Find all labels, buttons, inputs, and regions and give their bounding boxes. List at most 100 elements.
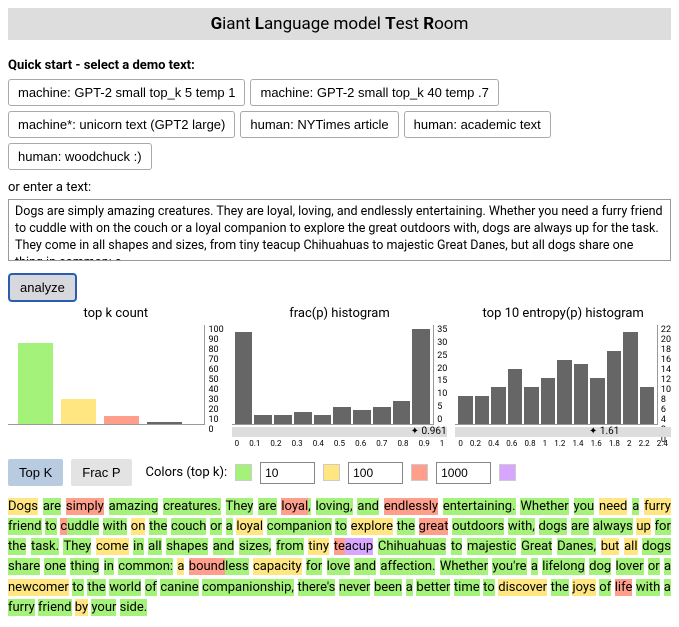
demo-chip-4[interactable]: human: academic text (404, 111, 551, 138)
token[interactable]: Whether (520, 498, 568, 515)
token[interactable] (221, 498, 226, 515)
token[interactable]: from (276, 538, 304, 555)
token[interactable]: Dogs (8, 498, 38, 515)
token[interactable]: endlessly (384, 498, 438, 515)
token[interactable]: of (599, 579, 611, 596)
demo-chip-3[interactable]: human: NYTimes article (240, 111, 398, 138)
token[interactable]: in (104, 558, 114, 575)
token[interactable]: the (149, 518, 167, 535)
token[interactable]: all (624, 538, 637, 555)
threshold-2-input[interactable] (348, 462, 403, 484)
token[interactable]: uddle (67, 518, 99, 535)
token[interactable]: you (492, 558, 513, 575)
token[interactable]: acup (345, 538, 373, 555)
threshold-3-input[interactable] (436, 462, 491, 484)
token[interactable]: Chihuahuas (378, 538, 446, 555)
token[interactable]: up (636, 518, 650, 535)
token[interactable]: loving (316, 498, 350, 515)
text-input[interactable]: Dogs are simply amazing creatures. They … (8, 199, 671, 261)
token[interactable]: Whether (440, 558, 488, 575)
threshold-1-input[interactable] (260, 462, 315, 484)
token[interactable] (322, 558, 326, 575)
token[interactable] (294, 579, 298, 596)
token[interactable]: to (72, 579, 84, 596)
tab-fracp[interactable]: Frac P (71, 459, 131, 486)
token[interactable]: shapes (166, 538, 208, 555)
token[interactable]: the (8, 538, 26, 555)
token[interactable]: or (210, 518, 222, 535)
token[interactable]: outdoors (452, 518, 504, 535)
token[interactable] (596, 538, 601, 555)
token[interactable]: need (599, 498, 627, 515)
token[interactable]: They (63, 538, 91, 555)
token[interactable]: on (131, 518, 146, 535)
token[interactable]: 're (513, 558, 526, 575)
token[interactable]: in (133, 538, 143, 555)
token[interactable]: better (416, 579, 450, 596)
token[interactable]: companionship (202, 579, 291, 596)
token[interactable]: of (145, 579, 157, 596)
token[interactable]: to (451, 538, 463, 555)
token[interactable]: are (571, 518, 589, 535)
token[interactable]: simply (66, 498, 104, 515)
token[interactable] (535, 518, 539, 535)
token[interactable]: majestic (467, 538, 516, 555)
token[interactable]: lover (616, 558, 644, 575)
token[interactable]: thing (70, 558, 99, 575)
token[interactable]: by (75, 599, 88, 616)
token[interactable]: . (144, 599, 147, 616)
demo-chip-0[interactable]: machine: GPT-2 small top_k 5 temp 1 (8, 79, 245, 106)
token[interactable]: and (357, 498, 379, 515)
token[interactable]: lifelong (542, 558, 585, 575)
token[interactable]: and (213, 538, 235, 555)
token[interactable]: common (118, 558, 170, 575)
token[interactable]: for (306, 558, 322, 575)
token[interactable]: to (45, 518, 57, 535)
token[interactable]: always (593, 518, 633, 535)
token[interactable]: for (655, 518, 671, 535)
token[interactable]: Great (521, 538, 552, 555)
token[interactable]: tiny (308, 538, 329, 555)
token[interactable] (651, 518, 655, 535)
token[interactable]: share (8, 558, 40, 575)
token[interactable]: never (339, 579, 371, 596)
token[interactable]: a (226, 518, 233, 535)
token[interactable]: te (334, 538, 345, 555)
token[interactable]: but (601, 538, 620, 555)
token[interactable]: dogs (642, 538, 671, 555)
token[interactable]: with (508, 518, 532, 535)
token[interactable]: dog (589, 558, 611, 575)
token[interactable]: loyal (236, 518, 263, 535)
token[interactable]: Danes (557, 538, 593, 555)
token[interactable]: and (354, 558, 376, 575)
token[interactable]: with (636, 579, 660, 596)
token[interactable]: a (406, 579, 413, 596)
token[interactable]: capacity (253, 558, 302, 575)
token[interactable]: a (664, 579, 671, 596)
token[interactable]: the (87, 579, 105, 596)
token[interactable]: life (615, 579, 633, 596)
token[interactable]: you (574, 498, 595, 515)
token[interactable]: time (454, 579, 480, 596)
token[interactable]: a (531, 558, 538, 575)
token[interactable]: entertaining (443, 498, 512, 515)
token[interactable] (222, 518, 226, 535)
token[interactable]: there (298, 579, 327, 596)
token[interactable] (99, 558, 103, 575)
token[interactable]: explore (351, 518, 393, 535)
slider-fracp[interactable]: ✦ 0.961 (232, 427, 448, 437)
token[interactable]: joys (572, 579, 595, 596)
token[interactable]: great (419, 518, 449, 535)
token[interactable]: sizes (239, 538, 269, 555)
analyze-button[interactable]: analyze (8, 273, 77, 302)
token[interactable]: less (225, 558, 248, 575)
token[interactable]: loyal (281, 498, 308, 515)
token[interactable]: bound (189, 558, 225, 575)
token[interactable]: dogs (539, 518, 568, 535)
token[interactable]: companion (267, 518, 332, 535)
token[interactable]: friend (38, 599, 72, 616)
token[interactable]: been (374, 579, 402, 596)
token[interactable]: or (648, 558, 660, 575)
demo-chip-1[interactable]: machine: GPT-2 small top_k 40 temp .7 (250, 79, 498, 106)
token[interactable]: your (91, 599, 116, 616)
